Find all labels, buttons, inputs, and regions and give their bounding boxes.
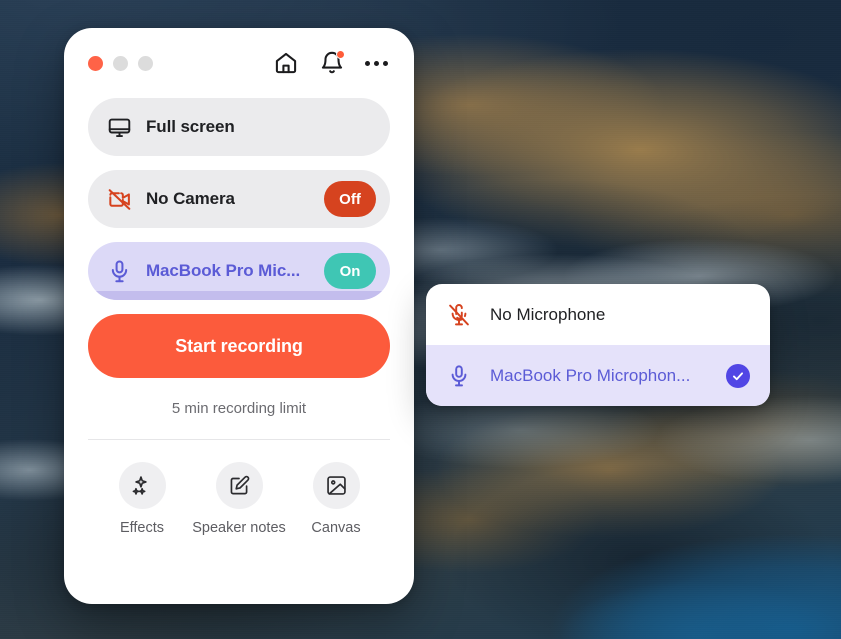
camera-status-badge[interactable]: Off	[324, 181, 376, 217]
camera-source-label: No Camera	[146, 189, 235, 208]
maximize-button[interactable]	[138, 55, 153, 71]
recording-limit-text: 5 min recording limit	[171, 400, 307, 417]
microphone-off-icon	[446, 303, 472, 327]
camera-off-icon	[106, 186, 132, 212]
minimize-button[interactable]	[113, 55, 128, 71]
recorder-panel: Full screen No Camera Off MacBook Pro Mi…	[64, 28, 414, 604]
microphone-level-meter	[88, 291, 390, 300]
bell-icon[interactable]	[319, 50, 345, 76]
screen-source-row[interactable]: Full screen	[88, 98, 390, 156]
dropdown-item-macbook-pro-microphone[interactable]: MacBook Pro Microphon...	[426, 345, 770, 406]
speaker-notes-button[interactable]: Speaker notes	[192, 462, 286, 536]
home-icon[interactable]	[273, 50, 299, 76]
effects-button[interactable]: Effects	[96, 462, 188, 536]
note-edit-icon	[215, 462, 263, 509]
titlebar-actions	[273, 50, 390, 76]
image-icon	[312, 462, 360, 509]
microphone-icon	[106, 258, 132, 284]
effects-label: Effects	[119, 520, 165, 536]
sparkles-icon	[118, 462, 166, 509]
dropdown-item-label: MacBook Pro Microphon...	[490, 365, 691, 385]
microphone-icon	[446, 364, 472, 388]
dropdown-item-no-microphone[interactable]: No Microphone	[426, 284, 770, 345]
canvas-button[interactable]: Canvas	[290, 462, 382, 536]
microphone-dropdown: No Microphone MacBook Pro Microphon...	[426, 284, 770, 406]
canvas-label: Canvas	[311, 520, 361, 536]
start-recording-button[interactable]: Start recording	[88, 314, 390, 378]
microphone-source-row[interactable]: MacBook Pro Mic... On	[88, 242, 390, 300]
dropdown-item-label: No Microphone	[490, 304, 606, 324]
microphone-status-badge[interactable]: On	[324, 253, 376, 289]
titlebar	[88, 28, 390, 98]
microphone-source-label: MacBook Pro Mic...	[146, 261, 301, 280]
monitor-icon	[106, 114, 132, 140]
check-icon	[726, 363, 750, 388]
close-button[interactable]	[88, 55, 103, 71]
camera-source-row[interactable]: No Camera Off	[88, 170, 390, 228]
desktop-wallpaper: Full screen No Camera Off MacBook Pro Mi…	[0, 0, 841, 639]
notification-badge-dot	[336, 50, 345, 59]
more-icon[interactable]	[365, 60, 388, 66]
traffic-light-group	[88, 55, 153, 71]
screen-source-label: Full screen	[146, 117, 235, 136]
bottom-toolbar: Effects Speaker notes Canvas	[88, 440, 390, 536]
speaker-notes-label: Speaker notes	[192, 520, 286, 536]
